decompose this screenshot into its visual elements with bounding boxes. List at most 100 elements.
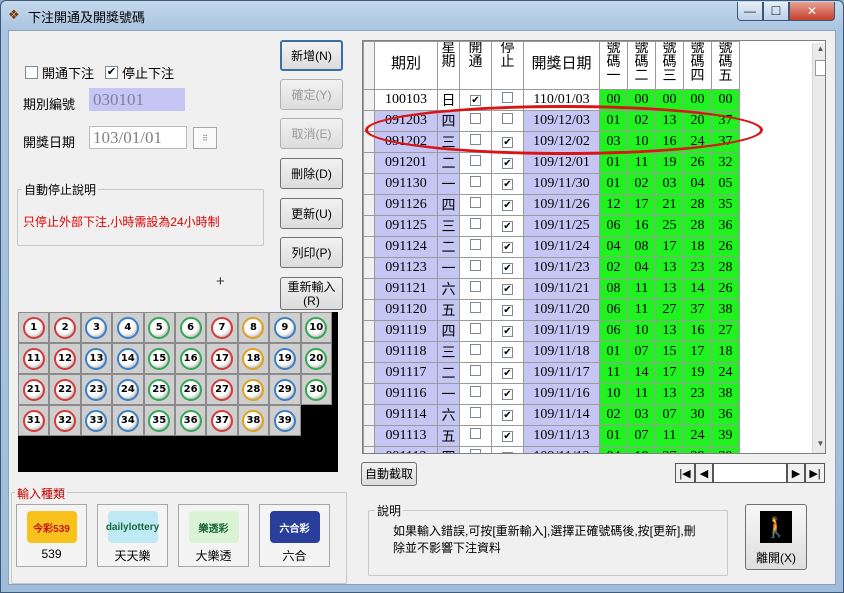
open-cell[interactable]: [459, 425, 492, 447]
add-button[interactable]: 新增(N): [280, 40, 343, 71]
stop-checkbox[interactable]: ✔: [502, 305, 513, 316]
column-header[interactable]: 號碼一: [599, 41, 628, 90]
ball-cell[interactable]: 1: [18, 312, 50, 343]
row-selector[interactable]: [363, 278, 375, 300]
stop-checkbox[interactable]: ✔: [502, 263, 513, 274]
ball-cell[interactable]: 15: [143, 343, 175, 374]
row-selector[interactable]: [363, 383, 375, 405]
number-ball[interactable]: 14: [116, 347, 139, 370]
column-header[interactable]: 期別: [374, 41, 438, 90]
number-cell[interactable]: 11: [599, 362, 628, 384]
number-cell[interactable]: 00: [683, 89, 712, 111]
table-row[interactable]: 091126 四 ✔ 109/11/26 12 17 21 28 35: [363, 194, 740, 216]
number-cell[interactable]: 11: [627, 152, 656, 174]
draw-date-cell[interactable]: 109/11/18: [523, 341, 600, 363]
draw-date-cell[interactable]: 109/11/13: [523, 425, 600, 447]
ball-cell[interactable]: 28: [237, 374, 270, 405]
row-selector[interactable]: [363, 236, 375, 258]
ball-cell[interactable]: 21: [18, 374, 50, 405]
open-checkbox[interactable]: [470, 281, 481, 292]
number-cell[interactable]: 02: [627, 173, 656, 195]
number-cell[interactable]: 12: [599, 194, 628, 216]
table-row[interactable]: 091119 四 ✔ 109/11/19 06 10 13 16 27: [363, 320, 740, 342]
weekday-cell[interactable]: 五: [437, 299, 460, 321]
stop-checkbox[interactable]: ✔: [502, 368, 513, 379]
number-cell[interactable]: 07: [627, 425, 656, 447]
number-ball[interactable]: 33: [85, 409, 108, 432]
ball-cell[interactable]: 16: [174, 343, 207, 374]
ball-cell[interactable]: 11: [18, 343, 50, 374]
ball-cell[interactable]: 14: [112, 343, 144, 374]
input-type-button[interactable]: 樂透彩 大樂透: [178, 504, 249, 567]
table-row[interactable]: 091117 二 ✔ 109/11/17 11 14 17 19 24: [363, 362, 740, 384]
stop-cell[interactable]: ✔: [491, 383, 524, 405]
row-selector[interactable]: [363, 152, 375, 174]
period-cell[interactable]: 091118: [374, 341, 438, 363]
record-position-track[interactable]: [713, 463, 787, 483]
period-cell[interactable]: 091113: [374, 425, 438, 447]
scroll-thumb[interactable]: [815, 60, 825, 76]
number-ball[interactable]: 26: [179, 378, 202, 401]
table-row[interactable]: 091113 五 ✔ 109/11/13 01 07 11 24 39: [363, 425, 740, 447]
table-row[interactable]: 091120 五 ✔ 109/11/20 06 11 27 37 38: [363, 299, 740, 321]
number-cell[interactable]: 27: [711, 320, 740, 342]
open-checkbox[interactable]: [470, 407, 481, 418]
number-cell[interactable]: 08: [627, 236, 656, 258]
period-cell[interactable]: 091116: [374, 383, 438, 405]
open-cell[interactable]: [459, 446, 492, 453]
column-header[interactable]: 停止: [491, 41, 524, 90]
period-cell[interactable]: 091119: [374, 320, 438, 342]
stop-cell[interactable]: ✔: [491, 236, 524, 258]
weekday-cell[interactable]: 四: [437, 194, 460, 216]
stop-cell[interactable]: ✔: [491, 341, 524, 363]
number-cell[interactable]: 16: [627, 215, 656, 237]
open-cell[interactable]: [459, 236, 492, 258]
number-cell[interactable]: 11: [655, 425, 684, 447]
table-row[interactable]: 091112四 ✔ 109/11/120418272939: [363, 446, 740, 453]
first-record-button[interactable]: |◀: [675, 463, 695, 483]
stop-cell[interactable]: ✔: [491, 194, 524, 216]
ball-cell[interactable]: 23: [80, 374, 113, 405]
ball-cell[interactable]: 13: [80, 343, 113, 374]
number-ball[interactable]: 5: [148, 316, 171, 339]
reenter-button[interactable]: 重新輸入(R): [280, 277, 343, 310]
stop-cell[interactable]: ✔: [491, 215, 524, 237]
row-selector[interactable]: [363, 320, 375, 342]
open-checkbox[interactable]: [470, 323, 481, 334]
number-ball[interactable]: 39: [273, 409, 296, 432]
number-ball[interactable]: 15: [148, 347, 171, 370]
period-cell[interactable]: 091121: [374, 278, 438, 300]
stop-checkbox[interactable]: ✔: [502, 347, 513, 358]
update-button[interactable]: 更新(U): [280, 198, 343, 229]
ball-cell[interactable]: 30: [300, 374, 332, 405]
number-ball[interactable]: 28: [242, 378, 265, 401]
stop-cell[interactable]: ✔: [491, 446, 524, 453]
number-cell[interactable]: 27: [655, 299, 684, 321]
cancel-button[interactable]: 取消(E): [280, 118, 343, 149]
prev-record-button[interactable]: ◀: [695, 463, 713, 483]
weekday-cell[interactable]: 一: [437, 257, 460, 279]
period-cell[interactable]: 091125: [374, 215, 438, 237]
table-row[interactable]: 091125 三 ✔ 109/11/25 06 16 25 28 36: [363, 215, 740, 237]
number-cell[interactable]: 00: [711, 89, 740, 111]
number-ball[interactable]: 20: [305, 347, 328, 370]
table-row[interactable]: 091124 二 ✔ 109/11/24 04 08 17 18 26: [363, 236, 740, 258]
draw-date-cell[interactable]: 109/11/12: [523, 446, 600, 453]
confirm-button[interactable]: 確定(Y): [280, 79, 343, 110]
period-cell[interactable]: 091201: [374, 152, 438, 174]
open-cell[interactable]: [459, 278, 492, 300]
draw-date-cell[interactable]: 109/11/21: [523, 278, 600, 300]
row-selector[interactable]: [363, 173, 375, 195]
stop-cell[interactable]: ✔: [491, 404, 524, 426]
open-cell[interactable]: [459, 320, 492, 342]
maximize-button[interactable]: ☐: [763, 2, 789, 21]
draw-date-cell[interactable]: 109/11/17: [523, 362, 600, 384]
number-ball[interactable]: 30: [305, 378, 328, 401]
number-cell[interactable]: 28: [683, 194, 712, 216]
stop-checkbox[interactable]: ✔: [502, 389, 513, 400]
stop-checkbox[interactable]: ✔: [502, 284, 513, 295]
period-cell[interactable]: 091124: [374, 236, 438, 258]
stop-checkbox[interactable]: ✔: [502, 158, 513, 169]
stop-cell[interactable]: ✔: [491, 320, 524, 342]
period-cell[interactable]: 091130: [374, 173, 438, 195]
